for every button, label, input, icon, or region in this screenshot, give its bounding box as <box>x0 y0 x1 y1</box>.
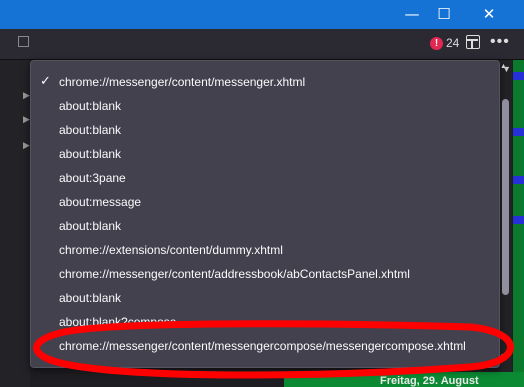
red-annotation-circle <box>33 320 514 379</box>
